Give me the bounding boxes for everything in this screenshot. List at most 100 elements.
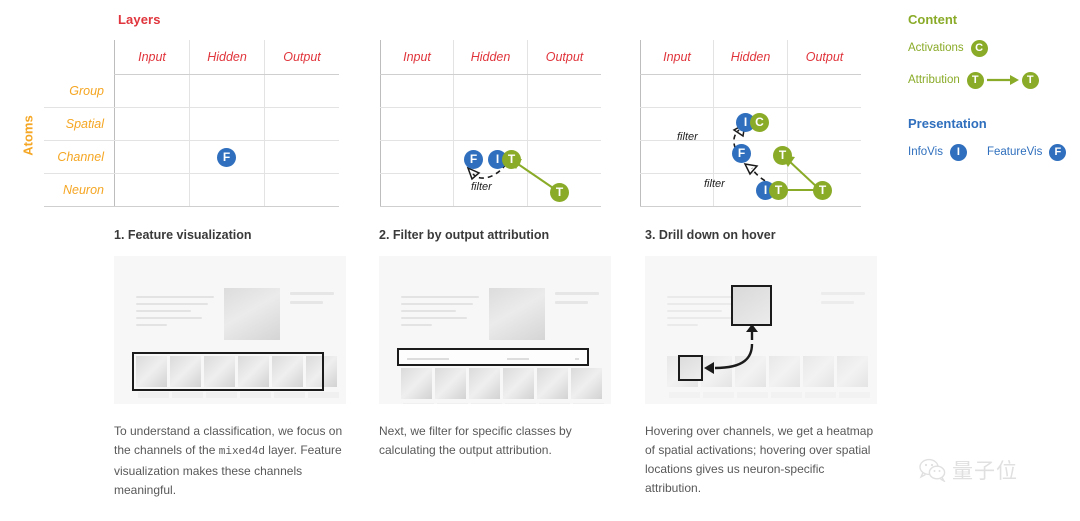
badge-featurevis[interactable]: F: [1049, 143, 1067, 161]
cell-group-output: [527, 74, 601, 108]
legend-label-attribution: Attribution: [908, 74, 960, 86]
cell-spatial-hidden: [189, 107, 265, 141]
wechat-icon: [919, 458, 946, 482]
badge-attribution-channel[interactable]: T: [773, 146, 792, 165]
panel-title: 2. Filter by output attribution: [379, 228, 550, 242]
highlight-bar-classes: [397, 348, 589, 366]
badge-featurevis[interactable]: F: [464, 150, 483, 169]
grid-row-group: Group: [44, 74, 339, 108]
mock-hero-image: [224, 288, 280, 340]
panel-thumbnail[interactable]: [379, 256, 611, 404]
grid-row-spatial: [380, 107, 601, 141]
grid-row-spatial: Spatial: [44, 107, 339, 141]
drill-down-arrows: [704, 324, 758, 374]
badge-activations[interactable]: C: [970, 39, 988, 57]
cell-group-hidden: [713, 74, 788, 108]
attribution-arrow-icon: [986, 75, 1019, 85]
grid-corner: [44, 40, 115, 75]
badge-attribution-output[interactable]: T: [813, 181, 832, 200]
mock-side-lines: [555, 292, 599, 310]
legend: Content Activations C Attribution T T Pr…: [908, 12, 1080, 174]
watermark-text: 量子位: [952, 459, 1018, 483]
mock-channel-tile: [401, 368, 432, 399]
column-header-input: Input: [114, 40, 190, 75]
column-header-hidden: Hidden: [453, 40, 528, 75]
page-root: Layers Atoms Input Hidden Output Group S…: [0, 0, 1080, 521]
badge-attribution-hidden[interactable]: T: [502, 150, 521, 169]
watermark: 量子位: [918, 455, 1018, 485]
grid-row-group: [640, 74, 861, 108]
grid-row-neuron: Neuron: [44, 173, 339, 207]
column-header-output: Output: [527, 40, 601, 75]
cell-channel-input: [640, 140, 714, 174]
badge-attribution-output[interactable]: T: [550, 183, 569, 202]
caption-text-pre: Next, we filter for specific classes by …: [379, 424, 572, 457]
badge-attribution-source[interactable]: T: [966, 71, 984, 89]
cell-spatial-input: [380, 107, 454, 141]
legend-label-featurevis: FeatureVis: [986, 146, 1043, 158]
arrow-curve-shaft: [714, 343, 754, 370]
panel-caption: Next, we filter for specific classes by …: [379, 422, 611, 462]
mock-channel-strip: [401, 368, 602, 399]
legend-heading-presentation: Presentation: [908, 116, 987, 131]
cell-neuron-input: [640, 173, 714, 207]
cell-neuron-input: [380, 173, 454, 207]
column-header-input: Input: [640, 40, 714, 75]
cell-group-output: [787, 74, 861, 108]
grid-row-channel: Channel F: [44, 140, 339, 174]
badge-attribution-target[interactable]: T: [1021, 71, 1039, 89]
row-label-spatial: Spatial: [44, 107, 115, 141]
badge-infovis[interactable]: I: [949, 143, 967, 161]
panel-drill-down-on-hover: 3. Drill down on hover Hovering over cha…: [645, 228, 877, 500]
badge-attribution-neuron[interactable]: T: [769, 181, 788, 200]
grid-row-group: [380, 74, 601, 108]
arrow-up-head: [746, 324, 758, 332]
cell-neuron-hidden: [189, 173, 265, 207]
legend-heading-content: Content: [908, 12, 958, 27]
cell-spatial-output: [264, 107, 339, 141]
arrow-left-head: [704, 362, 714, 374]
filter-annotation-upper: filter: [677, 131, 698, 143]
cell-neuron-output: [264, 173, 339, 207]
cell-channel-hidden: F: [189, 140, 265, 174]
legend-label-infovis: InfoVis: [908, 146, 943, 158]
cell-group-hidden: [189, 74, 265, 108]
panel-title: 3. Drill down on hover: [645, 228, 776, 242]
badge-featurevis-channel[interactable]: F: [732, 144, 751, 163]
column-header-hidden: Hidden: [713, 40, 788, 75]
atoms-axis-title: Atoms: [20, 115, 36, 156]
grid-table: Input Hidden Output Group Spatial Channe…: [44, 40, 339, 207]
mock-side-lines: [290, 292, 334, 310]
panel-thumbnail[interactable]: [645, 256, 877, 404]
panel-feature-visualization: 1. Feature visualization To understand a…: [114, 228, 346, 500]
cell-channel-output: [264, 140, 339, 174]
panel-caption: Hovering over channels, we get a heatmap…: [645, 422, 877, 500]
legend-label-activations: Activations: [908, 42, 964, 54]
cell-channel-input: [380, 140, 454, 174]
cell-spatial-input: [114, 107, 190, 141]
cell-group-output: [264, 74, 339, 108]
mock-text-lines: [401, 296, 479, 331]
caption-text-pre: Hovering over channels, we get a heatmap…: [645, 424, 874, 495]
atoms-layers-diagram: Layers Atoms Input Hidden Output Group S…: [0, 0, 1080, 215]
cell-channel-output: [527, 140, 601, 174]
badge-activations-spatial[interactable]: C: [750, 113, 769, 132]
badge-featurevis[interactable]: F: [217, 148, 236, 167]
diagram-grid-3: Input Hidden Output I C F T I T T filter…: [640, 40, 861, 207]
legend-item-attribution: Attribution T T: [908, 70, 1080, 90]
cell-group-hidden: [453, 74, 528, 108]
mock-strip-shadow: [403, 403, 604, 404]
mock-channel-tile: [571, 368, 602, 399]
cell-spatial-output: [787, 107, 861, 141]
mock-strip-shadow: [138, 392, 339, 398]
diagram-grid-1: Input Hidden Output Group Spatial Channe…: [44, 40, 339, 207]
cell-group-input: [114, 74, 190, 108]
mock-hero-image: [489, 288, 545, 340]
filter-annotation: filter: [471, 181, 492, 193]
grid-row-channel: [640, 140, 861, 174]
cell-spatial-output: [527, 107, 601, 141]
column-header-output: Output: [264, 40, 339, 75]
panel-caption: To understand a classification, we focus…: [114, 422, 346, 500]
panel-thumbnail[interactable]: [114, 256, 346, 404]
cell-spatial-hidden: [453, 107, 528, 141]
